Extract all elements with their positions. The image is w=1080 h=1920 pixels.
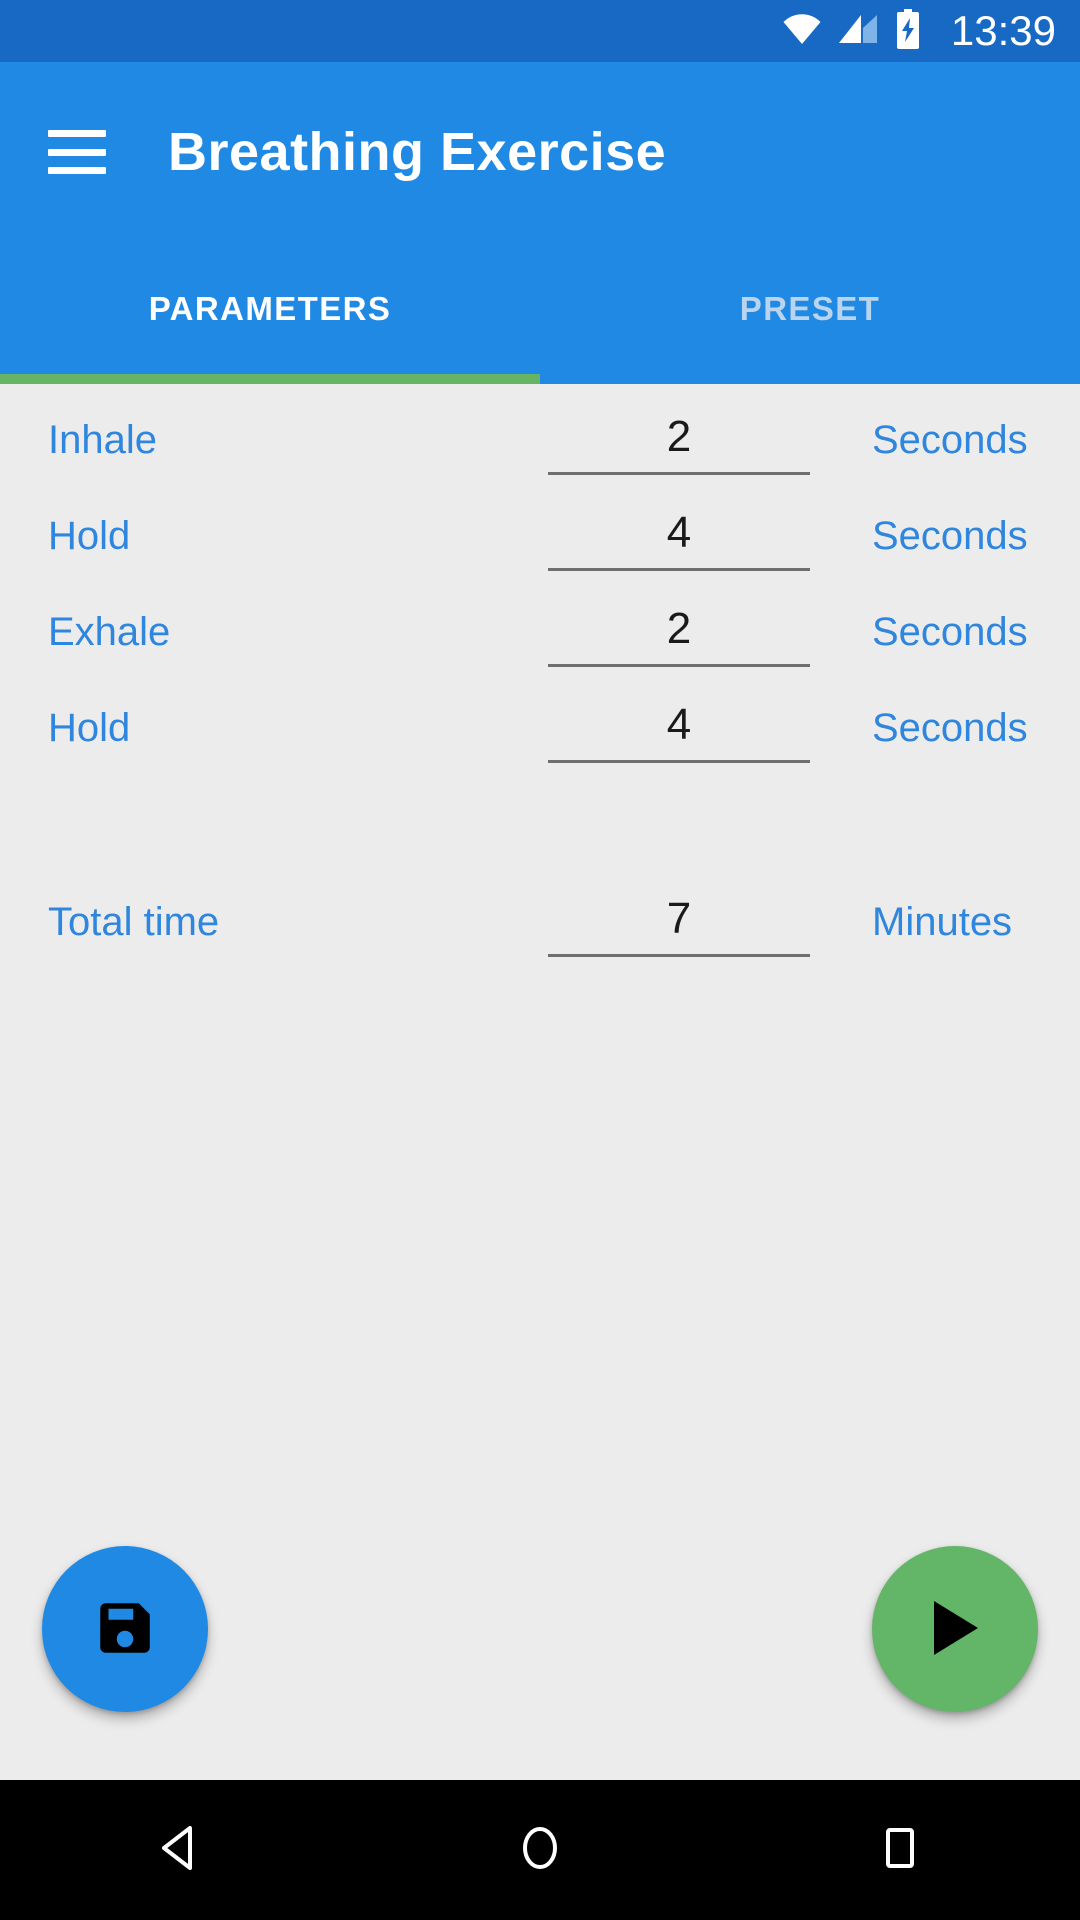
parameters-panel: Inhale Seconds Hold Seconds Exhale Secon…: [0, 384, 1080, 1780]
param-row-inhale: Inhale Seconds: [0, 414, 1080, 516]
recents-square-icon: [872, 1820, 928, 1881]
home-button[interactable]: [450, 1780, 630, 1920]
param-label-inhale: Inhale: [48, 418, 157, 462]
phone-screen: 13:39 Breathing Exercise PARAMETERS PRES…: [0, 0, 1080, 1920]
tab-bar: PARAMETERS PRESET: [0, 242, 1080, 384]
home-circle-icon: [512, 1820, 568, 1881]
tab-parameters[interactable]: PARAMETERS: [0, 242, 540, 384]
param-row-total-time: Total time Minutes: [0, 896, 1080, 998]
page-title: Breathing Exercise: [168, 122, 667, 182]
wifi-icon: [781, 13, 823, 50]
param-label-hold-1: Hold: [48, 514, 131, 558]
android-navigation-bar: [0, 1780, 1080, 1920]
play-triangle-icon: [926, 1597, 984, 1662]
param-unit-hold-1: Seconds: [872, 514, 1028, 558]
param-input-exhale[interactable]: [548, 606, 810, 668]
status-icon-group: 13:39: [781, 7, 1056, 54]
hamburger-bar: [48, 167, 106, 174]
hamburger-bar: [48, 148, 106, 156]
param-unit-total-time: Minutes: [872, 900, 1013, 944]
param-input-hold-1[interactable]: [548, 510, 810, 572]
param-row-hold-2: Hold Seconds: [0, 702, 1080, 804]
param-input-total-time[interactable]: [548, 896, 810, 958]
play-button[interactable]: [872, 1546, 1038, 1712]
param-row-exhale: Exhale Seconds: [0, 606, 1080, 708]
tab-preset[interactable]: PRESET: [540, 242, 1080, 384]
recents-button[interactable]: [810, 1780, 990, 1920]
app-bar: Breathing Exercise: [0, 62, 1080, 242]
hamburger-menu-icon[interactable]: [48, 130, 106, 174]
param-row-hold-1: Hold Seconds: [0, 510, 1080, 612]
param-label-total-time: Total time: [48, 900, 220, 944]
battery-charging-icon: [895, 8, 921, 54]
back-triangle-icon: [152, 1820, 208, 1881]
param-unit-inhale: Seconds: [872, 418, 1028, 462]
param-input-hold-2[interactable]: [548, 702, 810, 764]
floppy-disk-save-icon: [92, 1595, 158, 1664]
tab-active-indicator: [0, 374, 540, 384]
param-label-hold-2: Hold: [48, 706, 131, 750]
status-bar-clock: 13:39: [950, 7, 1056, 54]
cellular-signal-icon: [838, 13, 879, 50]
back-button[interactable]: [90, 1780, 270, 1920]
status-bar: 13:39: [0, 0, 1080, 62]
param-unit-exhale: Seconds: [872, 610, 1028, 654]
param-unit-hold-2: Seconds: [872, 706, 1028, 750]
param-label-exhale: Exhale: [48, 610, 171, 654]
param-input-inhale[interactable]: [548, 414, 810, 476]
save-button[interactable]: [42, 1546, 208, 1712]
hamburger-bar: [48, 130, 106, 137]
